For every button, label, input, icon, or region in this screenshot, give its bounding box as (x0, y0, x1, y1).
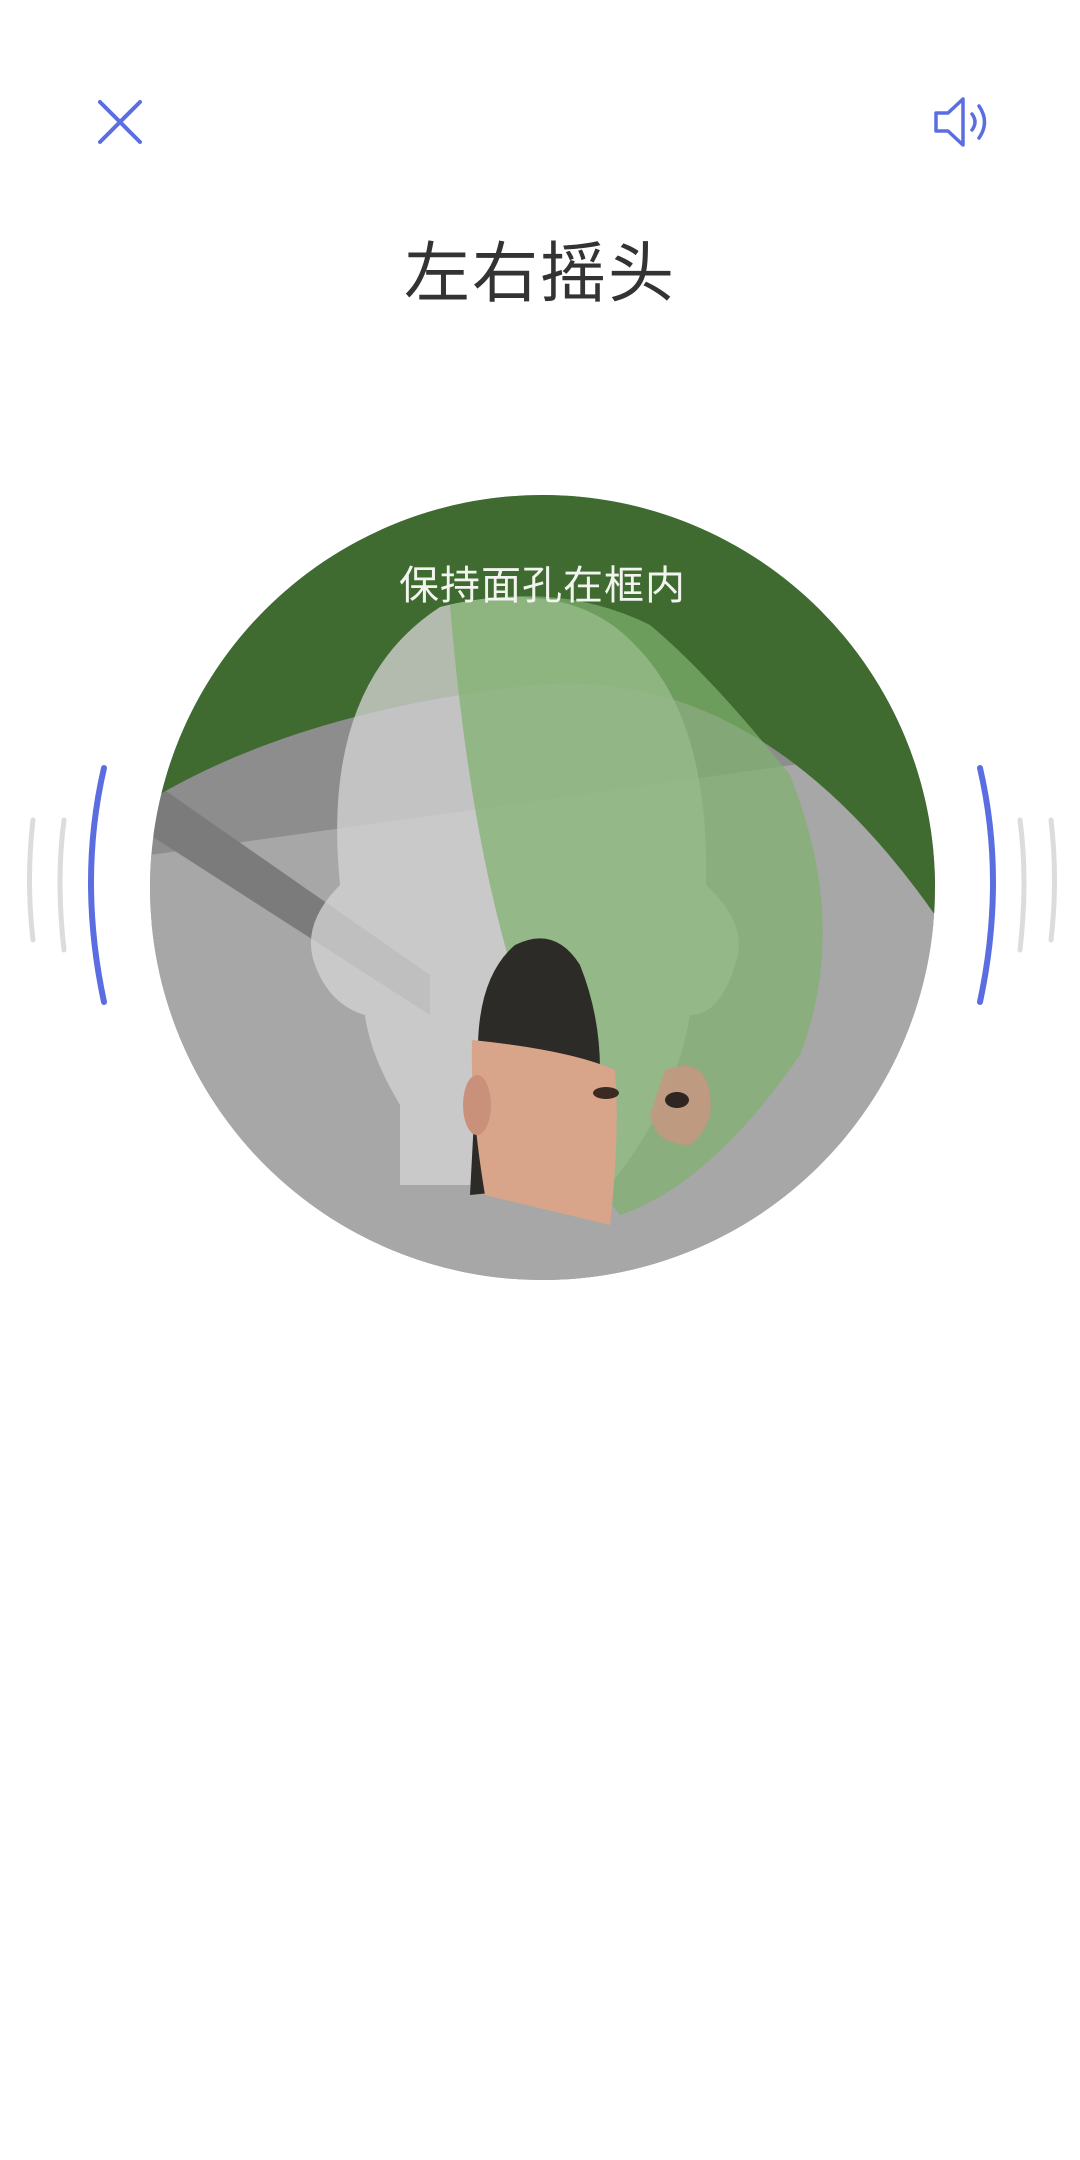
sound-button[interactable] (919, 77, 1009, 167)
speaker-icon (934, 97, 987, 147)
left-motion-indicator (0, 740, 150, 1040)
page-title: 左右摇头 (404, 235, 676, 312)
right-motion-indicator (930, 740, 1080, 1040)
camera-feed (150, 495, 935, 1280)
close-icon (98, 100, 142, 144)
close-button[interactable] (75, 77, 165, 167)
face-hint: 保持面孔在框内 (399, 563, 686, 609)
camera-preview: 保持面孔在框内 (150, 495, 935, 1280)
top-bar (0, 0, 1080, 220)
